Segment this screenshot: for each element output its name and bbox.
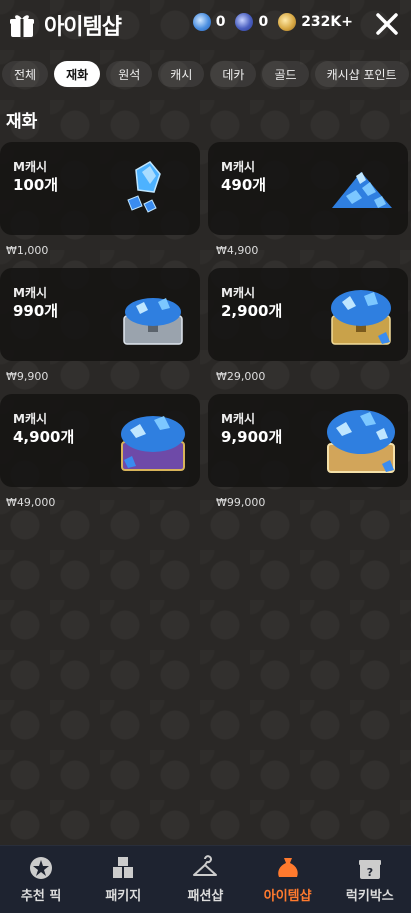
product-label: M캐시 <box>13 160 48 174</box>
nav-lucky-box[interactable]: ? 럭키박스 <box>330 855 410 904</box>
product-amount: 2,900개 <box>221 302 283 320</box>
bottom-nav: 추천 픽 패키지 패션샵 아이템샵 ? 럭키박스 <box>0 845 411 913</box>
close-icon[interactable] <box>373 10 401 38</box>
tab-cashshop-points[interactable]: 캐시샵 포인트 <box>314 61 409 87</box>
product-amount: 9,900개 <box>221 428 283 446</box>
product-label: M캐시 <box>221 286 256 300</box>
tab-all[interactable]: 전체 <box>2 61 49 87</box>
tab-gold[interactable]: 골드 <box>262 61 309 87</box>
product-amount: 100개 <box>13 176 59 194</box>
product-card-9900[interactable]: M캐시 9,900개 <box>208 394 408 487</box>
gem-small-icon <box>127 161 161 213</box>
m-cash-coin-icon <box>192 13 211 31</box>
product-price: ₩99,000 <box>216 496 266 509</box>
hanger-icon <box>193 855 218 876</box>
purple-chest-gems-icon <box>121 416 185 471</box>
product-price: ₩49,000 <box>6 496 56 509</box>
pouch-icon <box>277 858 298 877</box>
boxes-icon <box>113 857 134 878</box>
product-label: M캐시 <box>221 160 256 174</box>
gem-pile-icon <box>332 172 392 208</box>
gift-icon <box>10 15 34 37</box>
product-card-490[interactable]: M캐시 490개 <box>208 142 408 235</box>
product-price: ₩9,900 <box>6 370 49 383</box>
gold-coin-icon <box>278 13 297 31</box>
svg-text:?: ? <box>367 866 373 879</box>
category-tabs: 전체 재화 원석 캐시 데카 골드 캐시샵 포인트 <box>0 60 409 88</box>
page-title: 아이템샵 <box>44 15 122 40</box>
product-price: ₩29,000 <box>216 370 266 383</box>
tab-deka[interactable]: 데카 <box>210 61 257 87</box>
product-card-100[interactable]: M캐시 100개 <box>0 142 200 235</box>
product-price: ₩1,000 <box>6 244 49 257</box>
m-cash-value: 0 <box>215 14 226 30</box>
product-label: M캐시 <box>13 286 48 300</box>
gold-value: 232K+ <box>301 14 353 30</box>
nav-package[interactable]: 패키지 <box>83 855 163 904</box>
tab-gemstone[interactable]: 원석 <box>106 61 153 87</box>
b-cash-value: 0 <box>258 14 269 30</box>
nav-recommended[interactable]: 추천 픽 <box>1 855 81 904</box>
product-card-4900[interactable]: M캐시 4,900개 <box>0 394 200 487</box>
gold-balance[interactable]: 232K+ <box>278 13 353 31</box>
product-label: M캐시 <box>221 412 256 426</box>
product-price: ₩4,900 <box>216 244 259 257</box>
mystery-box-icon: ? <box>358 860 381 879</box>
gold-chest-gems-icon <box>331 290 391 345</box>
m-cash-balance[interactable]: 0 <box>192 13 226 31</box>
product-card-2900[interactable]: M캐시 2,900개 <box>208 268 408 361</box>
tab-cash[interactable]: 캐시 <box>158 61 205 87</box>
star-badge-icon <box>30 857 53 879</box>
product-card-990[interactable]: M캐시 990개 <box>0 268 200 361</box>
currency-bar: 0 0 232K+ <box>192 13 353 31</box>
silver-chest-gems-icon <box>123 298 183 345</box>
b-cash-balance[interactable]: 0 <box>235 13 268 31</box>
section-title: 재화 <box>6 112 38 132</box>
product-amount: 990개 <box>13 302 59 320</box>
nav-item-shop[interactable]: 아이템샵 <box>248 855 328 904</box>
product-amount: 4,900개 <box>13 428 75 446</box>
product-amount: 490개 <box>221 176 267 194</box>
tab-currency[interactable]: 재화 <box>54 61 101 87</box>
large-chest-gems-icon <box>327 410 395 473</box>
product-label: M캐시 <box>13 412 48 426</box>
b-cash-coin-icon <box>235 13 254 31</box>
nav-fashion-shop[interactable]: 패션샵 <box>165 855 245 904</box>
